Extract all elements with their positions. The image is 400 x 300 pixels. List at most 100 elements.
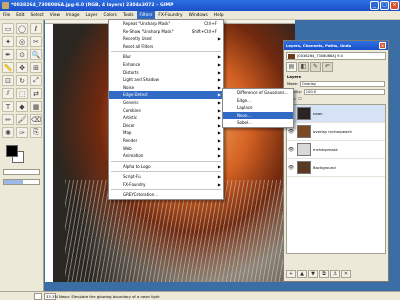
blend-tool-icon[interactable]: ▦ xyxy=(30,101,42,112)
paths-tab-icon[interactable]: ✎ xyxy=(310,62,321,72)
filters-item-repeat-unsharp-mask[interactable]: Repeat "Unsharp Mask" Ctrl+F xyxy=(109,20,223,28)
menu-view[interactable]: View xyxy=(47,13,63,18)
undo-tab-icon[interactable]: ↶ xyxy=(322,62,333,72)
edge-detect-item-edge[interactable]: Edge... xyxy=(223,97,293,105)
tool-option-slider-1[interactable] xyxy=(3,169,40,175)
filters-item-re-show-unsharp-mask[interactable]: Re-Show "Unsharp Mask" Shift+Ctrl+F xyxy=(109,28,223,36)
raise-layer-icon[interactable]: ▲ xyxy=(297,270,307,278)
visibility-eye-icon[interactable]: 👁 xyxy=(287,165,295,171)
crop-tool-icon[interactable]: ⊡ xyxy=(2,75,14,86)
free-select-tool-icon[interactable]: ℓ xyxy=(30,23,42,34)
filters-item-reset-all-filters[interactable]: Reset all Filters xyxy=(109,43,223,51)
edge-detect-item-neon[interactable]: Neon... xyxy=(223,111,293,120)
rotate-tool-icon[interactable]: ↻ xyxy=(16,75,28,86)
color-select-tool-icon[interactable]: ◎ xyxy=(16,36,28,47)
bucket-fill-tool-icon[interactable]: ◆ xyxy=(16,101,28,112)
menu-layer[interactable]: Layer xyxy=(82,13,100,18)
visibility-eye-icon[interactable]: 👁 xyxy=(287,147,295,153)
edge-detect-item-difference-of-gaussians[interactable]: Difference of Gaussians... xyxy=(223,89,293,97)
paths-tool-icon[interactable]: ✒ xyxy=(2,49,14,60)
align-tool-icon[interactable]: ⊞ xyxy=(30,62,42,73)
filters-item-script-fu[interactable]: Script-Fu ▶ xyxy=(109,173,223,181)
channels-tab-icon[interactable]: ◧ xyxy=(298,62,309,72)
menu-windows[interactable]: Windows xyxy=(186,13,211,18)
filters-item-map[interactable]: Map ▶ xyxy=(109,129,223,137)
opacity-row: Opacity: 100.0 xyxy=(287,89,385,95)
filters-item-artistic[interactable]: Artistic ▶ xyxy=(109,114,223,122)
menu-item-label: Animation xyxy=(123,153,144,159)
tool-option-slider-2[interactable] xyxy=(3,179,40,185)
menu-help[interactable]: Help xyxy=(211,13,227,18)
flip-tool-icon[interactable]: ⇄ xyxy=(30,88,42,99)
minimize-button[interactable]: _ xyxy=(370,1,379,10)
layer-thumbnail xyxy=(297,161,311,174)
airbrush-tool-icon[interactable]: ✺ xyxy=(2,127,14,138)
filters-item-alpha-to-logo[interactable]: Alpha to Logo ▶ xyxy=(109,163,223,171)
visibility-eye-icon[interactable]: 👁 xyxy=(287,129,295,135)
zoom-tool-icon[interactable]: 🔍 xyxy=(30,49,42,60)
unit-selector[interactable] xyxy=(34,292,42,300)
paintbrush-tool-icon[interactable]: 🖌 xyxy=(16,114,28,125)
menu-item-label: Render xyxy=(123,137,138,143)
color-picker-tool-icon[interactable]: ⊙ xyxy=(16,49,28,60)
pencil-tool-icon[interactable]: ✏ xyxy=(2,114,14,125)
lower-layer-icon[interactable]: ▼ xyxy=(308,270,318,278)
maximize-button[interactable]: □ xyxy=(380,1,389,10)
close-button[interactable]: × xyxy=(390,1,399,10)
filters-item-noise[interactable]: Noise ▶ xyxy=(109,84,223,92)
perspective-tool-icon[interactable]: ⬚ xyxy=(16,88,28,99)
mode-select[interactable]: Overlay xyxy=(300,81,385,87)
menu-colors[interactable]: Colors xyxy=(100,13,119,18)
scissors-tool-icon[interactable]: ✂ xyxy=(30,36,42,47)
filters-item-combine[interactable]: Combine ▶ xyxy=(109,107,223,115)
menu-image[interactable]: Image xyxy=(63,13,82,18)
zoom-selector[interactable]: 33.3% xyxy=(44,292,58,300)
clone-tool-icon[interactable]: ⎘ xyxy=(30,127,42,138)
filters-item-greycstoration[interactable]: GREYCstoration... xyxy=(109,191,223,199)
text-tool-icon[interactable]: T xyxy=(2,101,14,112)
dock-close-icon[interactable]: × xyxy=(379,42,386,49)
edge-detect-item-laplace[interactable]: Laplace xyxy=(223,104,293,112)
menu-item-label: Repeat "Unsharp Mask" xyxy=(123,21,171,26)
filters-item-render[interactable]: Render ▶ xyxy=(109,137,223,145)
filters-item-animation[interactable]: Animation ▶ xyxy=(109,152,223,160)
eraser-tool-icon[interactable]: ⌫ xyxy=(30,114,42,125)
layer-row[interactable]: 👁 Background xyxy=(287,159,385,177)
menu-tools[interactable]: Tools xyxy=(120,13,137,18)
edge-detect-item-sobel[interactable]: Sobel... xyxy=(223,119,293,127)
filters-item-edge-detect[interactable]: Edge-Detect ▶ xyxy=(109,91,223,99)
layers-tab-icon[interactable]: ▤ xyxy=(286,62,297,72)
menu-edit[interactable]: Edit xyxy=(13,13,27,18)
rect-select-tool-icon[interactable]: ▭ xyxy=(2,23,14,34)
lock-alpha-checkbox[interactable]: ☐ xyxy=(298,97,301,101)
scale-tool-icon[interactable]: ⤢ xyxy=(30,75,42,86)
filters-item-decor[interactable]: Decor ▶ xyxy=(109,122,223,130)
ellipse-select-tool-icon[interactable]: ◯ xyxy=(16,23,28,34)
filters-item-light-and-shadow[interactable]: Light and Shadow ▶ xyxy=(109,76,223,84)
new-layer-icon[interactable]: + xyxy=(286,270,296,278)
filters-item-web[interactable]: Web ▶ xyxy=(109,145,223,153)
menu-select[interactable]: Select xyxy=(28,13,47,18)
delete-layer-icon[interactable]: ✕ xyxy=(341,270,351,278)
move-tool-icon[interactable]: ✥ xyxy=(16,62,28,73)
foreground-color-swatch[interactable] xyxy=(6,145,18,157)
duplicate-layer-icon[interactable]: ⧉ xyxy=(319,270,329,278)
fuzzy-select-tool-icon[interactable]: ✦ xyxy=(2,36,14,47)
layer-row[interactable]: 👁 overlay mcharpeach xyxy=(287,123,385,141)
measure-tool-icon[interactable]: 📏 xyxy=(2,62,14,73)
layer-row[interactable]: 👁 mcharpmask xyxy=(287,141,385,159)
opacity-spinner[interactable]: 100.0 xyxy=(303,89,385,95)
shear-tool-icon[interactable]: ⫽ xyxy=(2,88,14,99)
filters-item-recently-used[interactable]: Recently Used ▶ xyxy=(109,35,223,43)
ink-tool-icon[interactable]: ✑ xyxy=(16,127,28,138)
filters-item-generic[interactable]: Generic ▶ xyxy=(109,99,223,107)
filters-item-blur[interactable]: Blur ▶ xyxy=(109,53,223,61)
menu-fx-foundry[interactable]: FX-Foundry xyxy=(155,13,185,18)
image-selector[interactable]: [0038264_7308086A] 9.0 xyxy=(286,52,386,60)
filters-item-distorts[interactable]: Distorts ▶ xyxy=(109,69,223,77)
menu-file[interactable]: File xyxy=(0,13,13,18)
anchor-layer-icon[interactable]: ⚓ xyxy=(330,270,340,278)
layer-row[interactable]: 👁neon xyxy=(287,105,385,123)
filters-item-fx-foundry[interactable]: FX-Foundry ▶ xyxy=(109,181,223,189)
filters-item-enhance[interactable]: Enhance ▶ xyxy=(109,61,223,69)
